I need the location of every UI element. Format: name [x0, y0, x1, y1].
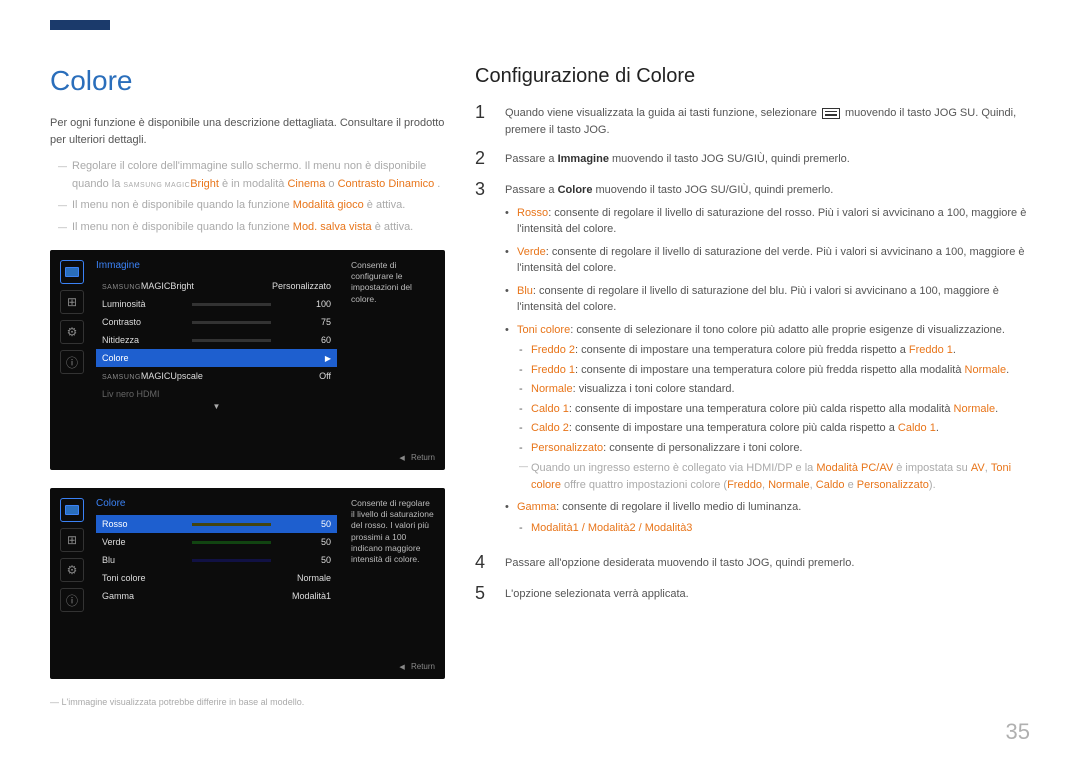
step-number: 4	[475, 552, 491, 573]
step-2: 2 Passare a Immagine muovendo il tasto J…	[475, 148, 1030, 169]
availability-notes: Regolare il colore dell'immagine sullo s…	[58, 158, 445, 236]
osd-sidebar: ⊞ ⚙ ⓘ	[60, 260, 88, 403]
osd-row-gamma: Gamma Modalità1	[96, 587, 337, 605]
osd-description: Consente di regolare il livello di satur…	[345, 498, 435, 612]
osd-row-rosso-selected: Rosso 50	[96, 515, 337, 533]
osd-sidebar: ⊞ ⚙ ⓘ	[60, 498, 88, 612]
step-number: 5	[475, 583, 491, 604]
toni-normale: Normale: visualizza i toni colore standa…	[517, 381, 1030, 398]
osd-nav-settings1-icon: ⊞	[60, 528, 84, 552]
color-options-list: Rosso: consente di regolare il livello d…	[505, 205, 1030, 537]
toni-caldo2: Caldo 2: consente di impostare una tempe…	[517, 420, 1030, 437]
osd-immagine-screenshot: ⊞ ⚙ ⓘ Immagine SAMSUNGMAGICBright Person…	[50, 250, 445, 470]
return-arrow-icon: ◀	[399, 455, 404, 462]
steps-list: 1 Quando viene visualizzata la guida ai …	[475, 102, 1030, 604]
step-number: 2	[475, 148, 491, 169]
osd-row-magicbright: SAMSUNGMAGICBright Personalizzato	[96, 277, 337, 295]
step-4: 4 Passare all'opzione desiderata muovend…	[475, 552, 1030, 573]
osd-row-liv-nero-hdmi: Liv nero HDMI ▼	[96, 385, 337, 403]
option-toni-colore: Toni colore: consente di selezionare il …	[505, 322, 1030, 494]
osd-row-verde: Verde 50	[96, 533, 337, 551]
osd-row-luminosita: Luminosità 100	[96, 295, 337, 313]
note-2: Il menu non è disponibile quando la funz…	[58, 197, 445, 215]
osd-title: Immagine	[96, 260, 337, 271]
step-number: 3	[475, 179, 491, 542]
step-5: 5 L'opzione selezionata verrà applicata.	[475, 583, 1030, 604]
gamma-modes: Modalità1 / Modalità2 / Modalità3	[517, 520, 1030, 537]
osd-row-toni-colore: Toni colore Normale	[96, 569, 337, 587]
left-column: Colore Per ogni funzione è disponibile u…	[50, 65, 445, 707]
right-column: Configurazione di Colore 1 Quando viene …	[475, 65, 1030, 707]
osd-menu-list: Colore Rosso 50 Verde 50 Blu 50	[96, 498, 337, 612]
osd-row-magicupscale: SAMSUNGMAGICUpscale Off	[96, 367, 337, 385]
page-columns: Colore Per ogni funzione è disponibile u…	[50, 65, 1030, 707]
toni-caldo1: Caldo 1: consente di impostare una tempe…	[517, 401, 1030, 418]
image-disclaimer: L'immagine visualizzata potrebbe differi…	[50, 697, 445, 707]
osd-nav-settings2-icon: ⚙	[60, 320, 84, 344]
option-rosso: Rosso: consente di regolare il livello d…	[505, 205, 1030, 238]
osd-return-hint: ◀ Return	[60, 453, 435, 462]
osd-row-nitidezza: Nitidezza 60	[96, 331, 337, 349]
option-blu: Blu: consente di regolare il livello di …	[505, 283, 1030, 316]
osd-nav-picture-icon	[60, 498, 84, 522]
osd-row-contrasto: Contrasto 75	[96, 313, 337, 331]
osd-row-colore-selected: Colore ▶	[96, 349, 337, 367]
toni-hdmi-note: Quando un ingresso esterno è collegato v…	[517, 460, 1030, 493]
osd-return-hint: ◀ Return	[60, 662, 435, 671]
step-number: 1	[475, 102, 491, 138]
osd-nav-settings1-icon: ⊞	[60, 290, 84, 314]
return-arrow-icon: ◀	[399, 664, 404, 671]
osd-nav-settings2-icon: ⚙	[60, 558, 84, 582]
note-3: Il menu non è disponibile quando la funz…	[58, 219, 445, 237]
step-1: 1 Quando viene visualizzata la guida ai …	[475, 102, 1030, 138]
osd-title: Colore	[96, 498, 337, 509]
osd-nav-picture-icon	[60, 260, 84, 284]
page-number: 35	[1006, 719, 1030, 745]
osd-description: Consente di configurare le impostazioni …	[345, 260, 435, 403]
menu-icon	[822, 108, 840, 119]
toni-freddo1: Freddo 1: consente di impostare una temp…	[517, 362, 1030, 379]
gamma-sublist: Modalità1 / Modalità2 / Modalità3	[517, 520, 1030, 537]
osd-menu-list: Immagine SAMSUNGMAGICBright Personalizza…	[96, 260, 337, 403]
option-gamma: Gamma: consente di regolare il livello m…	[505, 499, 1030, 536]
intro-text: Per ogni funzione è disponibile una desc…	[50, 115, 445, 148]
page-title-colore: Colore	[50, 65, 445, 97]
toni-sublist: Freddo 2: consente di impostare una temp…	[517, 342, 1030, 456]
chevron-down-icon: ▼	[213, 402, 221, 411]
chevron-right-icon: ▶	[325, 354, 331, 363]
osd-nav-info-icon: ⓘ	[60, 350, 84, 374]
step-3: 3 Passare a Colore muovendo il tasto JOG…	[475, 179, 1030, 542]
osd-colore-screenshot: ⊞ ⚙ ⓘ Colore Rosso 50 Verde 50	[50, 488, 445, 679]
toni-freddo2: Freddo 2: consente di impostare una temp…	[517, 342, 1030, 359]
toni-note: Quando un ingresso esterno è collegato v…	[517, 460, 1030, 493]
option-verde: Verde: consente di regolare il livello d…	[505, 244, 1030, 277]
osd-row-blu: Blu 50	[96, 551, 337, 569]
note-1: Regolare il colore dell'immagine sullo s…	[58, 158, 445, 193]
header-accent-bar	[50, 20, 110, 30]
toni-personalizzato: Personalizzato: consente di personalizza…	[517, 440, 1030, 457]
section-title: Configurazione di Colore	[475, 65, 1030, 88]
osd-nav-info-icon: ⓘ	[60, 588, 84, 612]
